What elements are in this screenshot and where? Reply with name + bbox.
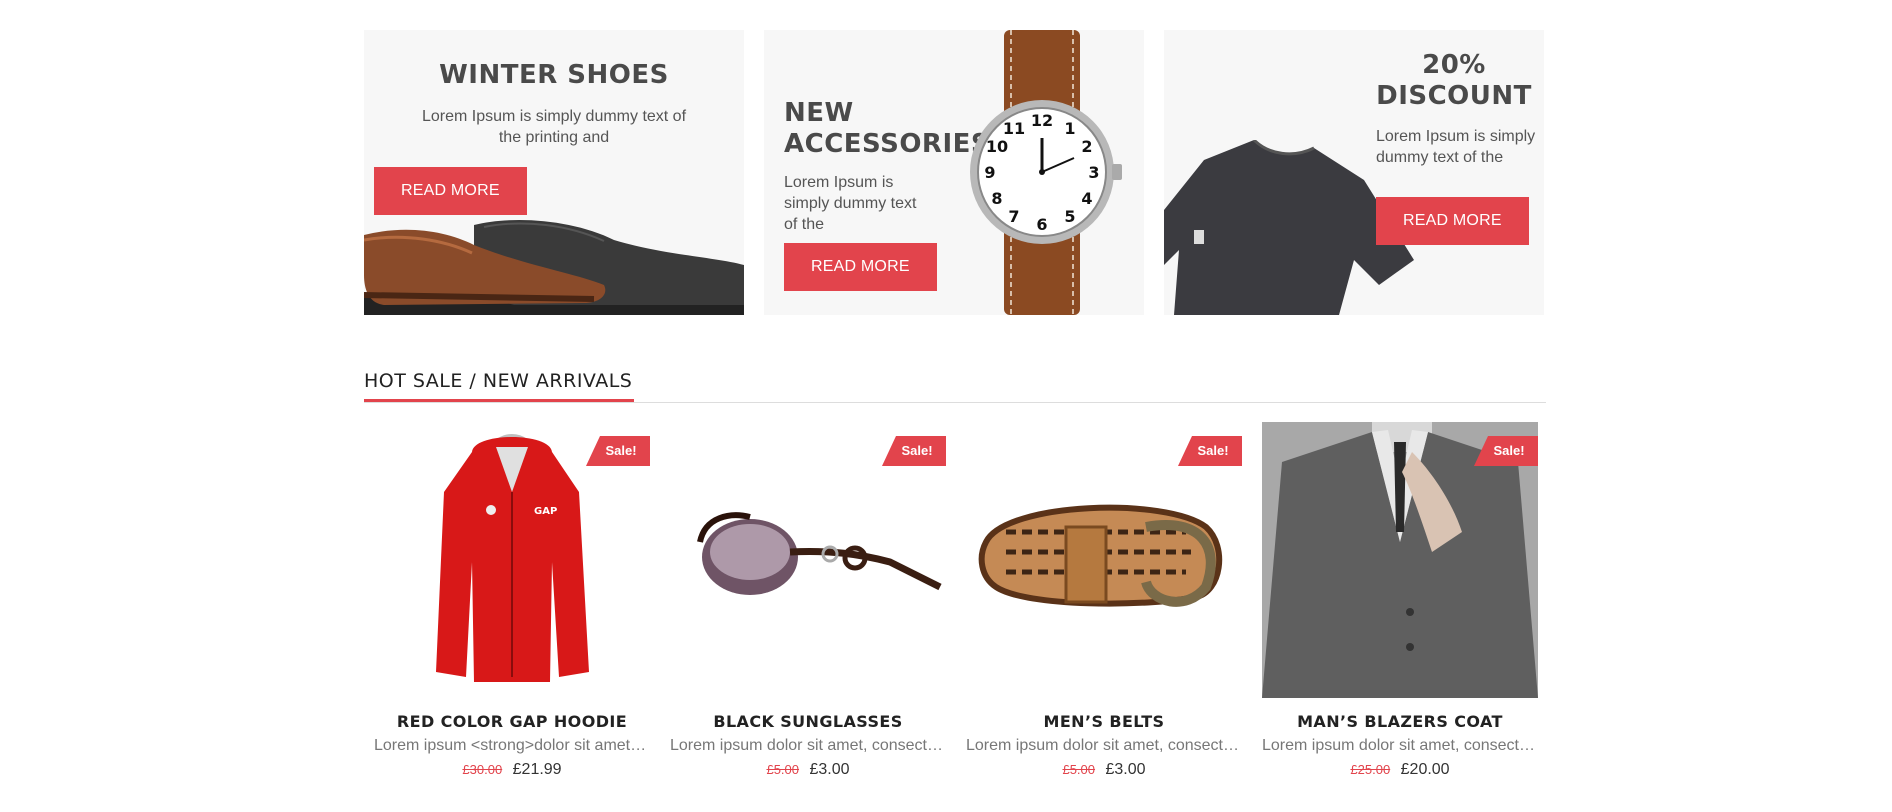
product-image[interactable]: GAP Sale! — [374, 422, 650, 698]
svg-text:10: 10 — [986, 137, 1008, 156]
product-description: Lorem ipsum dolor sit amet, consectetur — [1262, 737, 1538, 754]
old-price: £5.00 — [766, 762, 800, 777]
product-card[interactable]: Sale! BLACK SUNGLASSES Lorem ipsum dolor… — [670, 422, 946, 779]
product-name[interactable]: MEN’S BELTS — [966, 712, 1242, 731]
banner-winter-shoes: WINTER SHOES Lorem Ipsum is simply dummy… — [364, 30, 744, 315]
product-price: £5.00 £3.00 — [966, 761, 1242, 779]
svg-text:4: 4 — [1081, 189, 1092, 208]
product-price: £30.00 £21.99 — [374, 761, 650, 779]
product-price: £5.00 £3.00 — [670, 761, 946, 779]
current-price: £21.99 — [512, 761, 562, 778]
svg-text:7: 7 — [1008, 207, 1019, 226]
section-heading: HOT SALE / NEW ARRIVALS — [364, 362, 1546, 403]
banner-text: Lorem Ipsum is simply dummy text of the … — [421, 108, 687, 146]
read-more-button[interactable]: READ MORE — [784, 243, 937, 291]
read-more-button[interactable]: READ MORE — [1376, 197, 1529, 245]
watch-image: 12 12 345 678 91011 — [970, 30, 1122, 315]
banner-title-line2: DISCOUNT — [1376, 81, 1532, 111]
svg-text:9: 9 — [984, 163, 995, 182]
banner-text: Lorem Ipsum is simply dummy text of the — [784, 174, 917, 233]
banner-title-line1: NEW — [784, 98, 854, 128]
current-price: £20.00 — [1400, 761, 1450, 778]
old-price: £30.00 — [462, 762, 503, 777]
section-title: HOT SALE / NEW ARRIVALS — [364, 363, 635, 402]
product-image[interactable]: Sale! — [1262, 422, 1538, 698]
current-price: £3.00 — [1105, 761, 1146, 778]
old-price: £5.00 — [1062, 762, 1096, 777]
svg-text:5: 5 — [1064, 207, 1075, 226]
svg-text:GAP: GAP — [534, 506, 557, 517]
banner-discount: 20% DISCOUNT Lorem Ipsum is simply dummy… — [1164, 30, 1544, 315]
product-name[interactable]: BLACK SUNGLASSES — [670, 712, 946, 731]
product-card[interactable]: GAP Sale! RED COLOR GAP HOODIE Lorem ips… — [374, 422, 650, 779]
svg-text:1: 1 — [1064, 119, 1075, 138]
product-description: Lorem ipsum dolor sit amet, consectetur — [966, 737, 1242, 754]
product-name[interactable]: RED COLOR GAP HOODIE — [374, 712, 650, 731]
banner-title: WINTER SHOES — [439, 60, 669, 90]
svg-text:8: 8 — [991, 189, 1002, 208]
svg-text:6: 6 — [1036, 215, 1047, 234]
product-name[interactable]: MAN’S BLAZERS COAT — [1262, 712, 1538, 731]
svg-text:2: 2 — [1081, 137, 1092, 156]
current-price: £3.00 — [809, 761, 850, 778]
svg-text:12: 12 — [1031, 111, 1053, 130]
svg-text:3: 3 — [1088, 163, 1099, 182]
banner-title-line1: 20% — [1422, 50, 1486, 80]
product-description: Lorem ipsum dolor sit amet, consectetur — [670, 737, 946, 754]
product-card[interactable]: Sale! MEN’S BELTS Lorem ipsum dolor sit … — [966, 422, 1242, 779]
banner-text: Lorem Ipsum is simply dummy text of the — [1376, 128, 1536, 166]
banner-title: 20% DISCOUNT — [1364, 50, 1544, 112]
product-image[interactable]: Sale! — [966, 422, 1242, 698]
svg-text:11: 11 — [1003, 119, 1025, 138]
product-image[interactable]: Sale! — [670, 422, 946, 698]
product-card[interactable]: Sale! MAN’S BLAZERS COAT Lorem ipsum dol… — [1262, 422, 1538, 779]
banner-new-accessories: NEW ACCESSORIES Lorem Ipsum is simply du… — [764, 30, 1144, 315]
read-more-button[interactable]: READ MORE — [374, 167, 527, 215]
old-price: £25.00 — [1350, 762, 1391, 777]
product-description: Lorem ipsum <strong>dolor sit amet, cons… — [374, 737, 650, 754]
product-price: £25.00 £20.00 — [1262, 761, 1538, 779]
